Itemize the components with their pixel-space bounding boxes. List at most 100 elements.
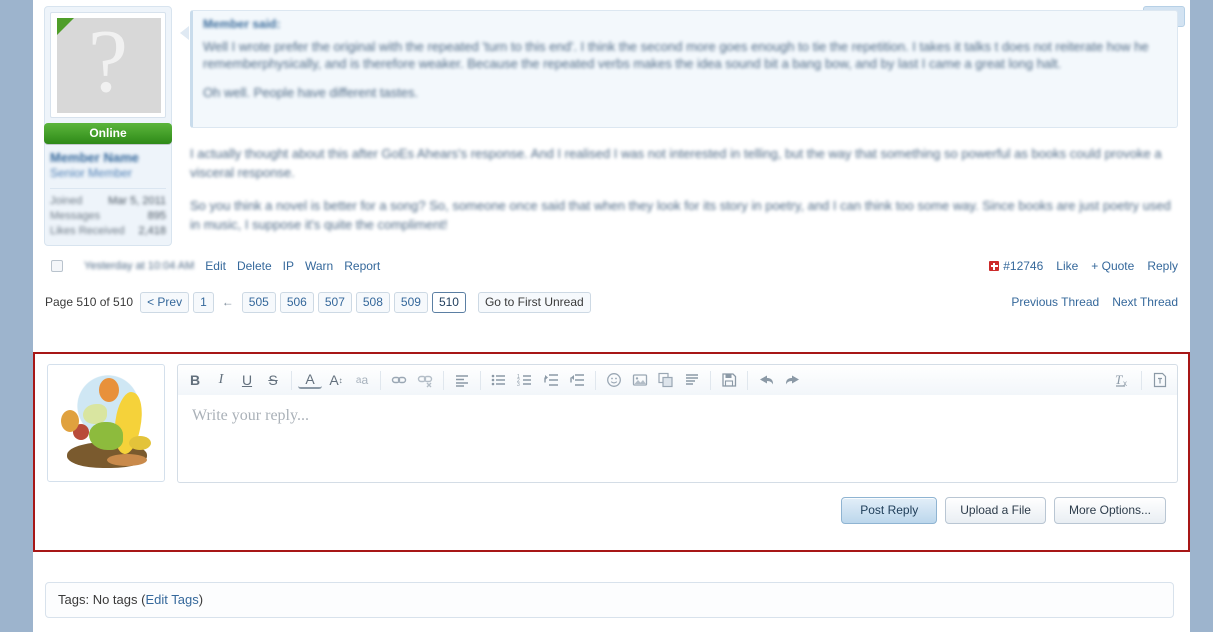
edit-link[interactable]: Edit — [205, 259, 226, 273]
post-container: New ? Online Member Name Senior Member J… — [33, 0, 1190, 280]
page-button-506[interactable]: 506 — [279, 291, 314, 313]
post-select-checkbox[interactable] — [51, 260, 63, 272]
remove-formatting-icon[interactable]: Tx — [1111, 369, 1135, 392]
reply-avatar[interactable] — [47, 364, 165, 482]
insert-quote-icon[interactable] — [680, 369, 704, 392]
remove-link-icon[interactable] — [413, 369, 437, 392]
user-stat-label: Likes Received — [50, 225, 125, 237]
user-stat-label: Messages — [50, 210, 101, 222]
edit-tags-link[interactable]: Edit Tags — [145, 592, 198, 607]
bullet-list-icon[interactable] — [487, 369, 511, 392]
undo-icon[interactable] — [754, 369, 778, 392]
previous-thread-link[interactable]: Previous Thread — [1011, 295, 1099, 309]
bold-icon[interactable]: B — [183, 369, 207, 392]
toolbar-separator — [291, 370, 292, 390]
quote-link[interactable]: + Quote — [1091, 259, 1134, 273]
pagination-arrow-icon: ← — [221, 295, 234, 309]
quote-author: Member said: — [203, 17, 281, 31]
tags-close-paren: ) — [198, 592, 204, 607]
warn-link[interactable]: Warn — [305, 259, 333, 273]
page-content: New ? Online Member Name Senior Member J… — [33, 0, 1190, 632]
user-stat-row: Joined Mar 5, 2011 — [50, 194, 166, 209]
upload-file-button[interactable]: Upload a File — [945, 497, 1046, 524]
ip-link[interactable]: IP — [283, 259, 294, 273]
page-button-510-current[interactable]: 510 — [431, 291, 466, 313]
page-button-505[interactable]: 505 — [241, 291, 276, 313]
blockquote: Member said: Well I wrote prefer the ori… — [190, 10, 1178, 128]
prev-page-button[interactable]: < Prev — [140, 291, 190, 313]
insert-media-icon[interactable] — [654, 369, 678, 392]
user-stat-label: Joined — [50, 195, 83, 207]
page-button-508[interactable]: 508 — [355, 291, 390, 313]
go-to-first-unread-button[interactable]: Go to First Unread — [477, 291, 591, 313]
strikethrough-icon[interactable]: S — [261, 369, 285, 392]
toolbar-separator — [380, 370, 381, 390]
user-stats: Joined Mar 5, 2011 Messages 895 Likes Re… — [50, 188, 166, 239]
svg-text:3: 3 — [517, 382, 520, 388]
toolbar-separator — [595, 370, 596, 390]
toolbar-separator — [747, 370, 748, 390]
user-stat-row: Likes Received 2,418 — [50, 224, 166, 239]
svg-text:T: T — [1115, 372, 1123, 387]
next-thread-link[interactable]: Next Thread — [1112, 295, 1178, 309]
outdent-icon[interactable] — [539, 369, 563, 392]
redo-icon[interactable] — [780, 369, 804, 392]
username-link[interactable]: Member Name — [50, 150, 166, 166]
tags-bar: Tags: No tags (Edit Tags) — [45, 582, 1174, 618]
quote-closing: Oh well. People have different tastes. — [203, 85, 419, 100]
delete-link[interactable]: Delete — [237, 259, 272, 273]
page-button-1[interactable]: 1 — [193, 291, 214, 313]
user-title: Senior Member — [50, 166, 133, 180]
toolbar-separator — [480, 370, 481, 390]
toolbar-separator — [710, 370, 711, 390]
quote-body: Well I wrote prefer the original with th… — [203, 39, 1149, 71]
toggle-bbcode-editor-icon[interactable] — [1148, 369, 1172, 392]
pagination-bar: Page 510 of 510 < Prev 1 ← 505 506 507 5… — [45, 290, 1178, 314]
indent-icon[interactable] — [565, 369, 589, 392]
smilies-icon[interactable] — [602, 369, 626, 392]
draft-save-icon[interactable] — [717, 369, 741, 392]
avatar-corner-flag-icon — [57, 18, 74, 35]
user-stat-row: Messages 895 — [50, 209, 166, 224]
reply-link[interactable]: Reply — [1147, 259, 1178, 273]
post-number-label: #12746 — [1003, 259, 1044, 273]
user-stat-value: Mar 5, 2011 — [108, 195, 166, 207]
like-link[interactable]: Like — [1056, 259, 1078, 273]
toolbar-separator — [443, 370, 444, 390]
font-size-icon[interactable]: A ↕ — [324, 369, 348, 392]
font-family-icon[interactable]: aa — [350, 369, 374, 392]
post-reply-button[interactable]: Post Reply — [841, 497, 938, 524]
post-paragraph: So you think a novel is better for a son… — [190, 198, 1171, 232]
reply-button-row: Post Reply Upload a File More Options... — [177, 497, 1166, 524]
user-stat-value: 2,418 — [138, 225, 166, 237]
reply-placeholder: Write your reply... — [192, 407, 309, 424]
tags-value: No tags — [92, 592, 138, 607]
toolbar-separator — [1141, 370, 1142, 390]
page-button-507[interactable]: 507 — [317, 291, 352, 313]
post-number-icon — [989, 261, 1000, 271]
page-button-509[interactable]: 509 — [393, 291, 428, 313]
more-options-button[interactable]: More Options... — [1053, 497, 1166, 524]
post-footer: Yesterday at 10:04 AM Edit Delete IP War… — [51, 254, 1178, 280]
post-message: Member said: Well I wrote prefer the ori… — [172, 6, 1190, 248]
report-link[interactable]: Report — [344, 259, 380, 273]
online-status-badge: Online — [44, 123, 172, 144]
text-color-icon[interactable]: A — [298, 371, 322, 389]
reply-avatar-image — [53, 370, 159, 476]
quick-reply-highlight-box: B I U S A A ↕ aa 1 2 3 T x Write your re… — [33, 352, 1190, 552]
numbered-list-icon[interactable]: 123 — [513, 369, 537, 392]
page-count-label: Page 510 of 510 — [45, 295, 134, 309]
post-permalink[interactable]: #12746 — [989, 259, 1043, 273]
insert-image-icon[interactable] — [628, 369, 652, 392]
user-stat-value: 895 — [147, 210, 166, 222]
post-timestamp: Yesterday at 10:04 AM — [84, 260, 195, 272]
reply-editor[interactable]: Write your reply... — [177, 395, 1178, 483]
post-user-info: ? Online Member Name Senior Member Joine… — [44, 6, 172, 246]
editor-toolbar: B I U S A A ↕ aa 1 2 3 T x — [177, 364, 1178, 395]
insert-link-icon[interactable] — [387, 369, 411, 392]
italic-icon[interactable]: I — [209, 369, 233, 392]
align-icon[interactable] — [450, 369, 474, 392]
avatar[interactable]: ? — [50, 12, 166, 118]
underline-icon[interactable]: U — [235, 369, 259, 392]
message-bubble-tip — [180, 26, 189, 40]
